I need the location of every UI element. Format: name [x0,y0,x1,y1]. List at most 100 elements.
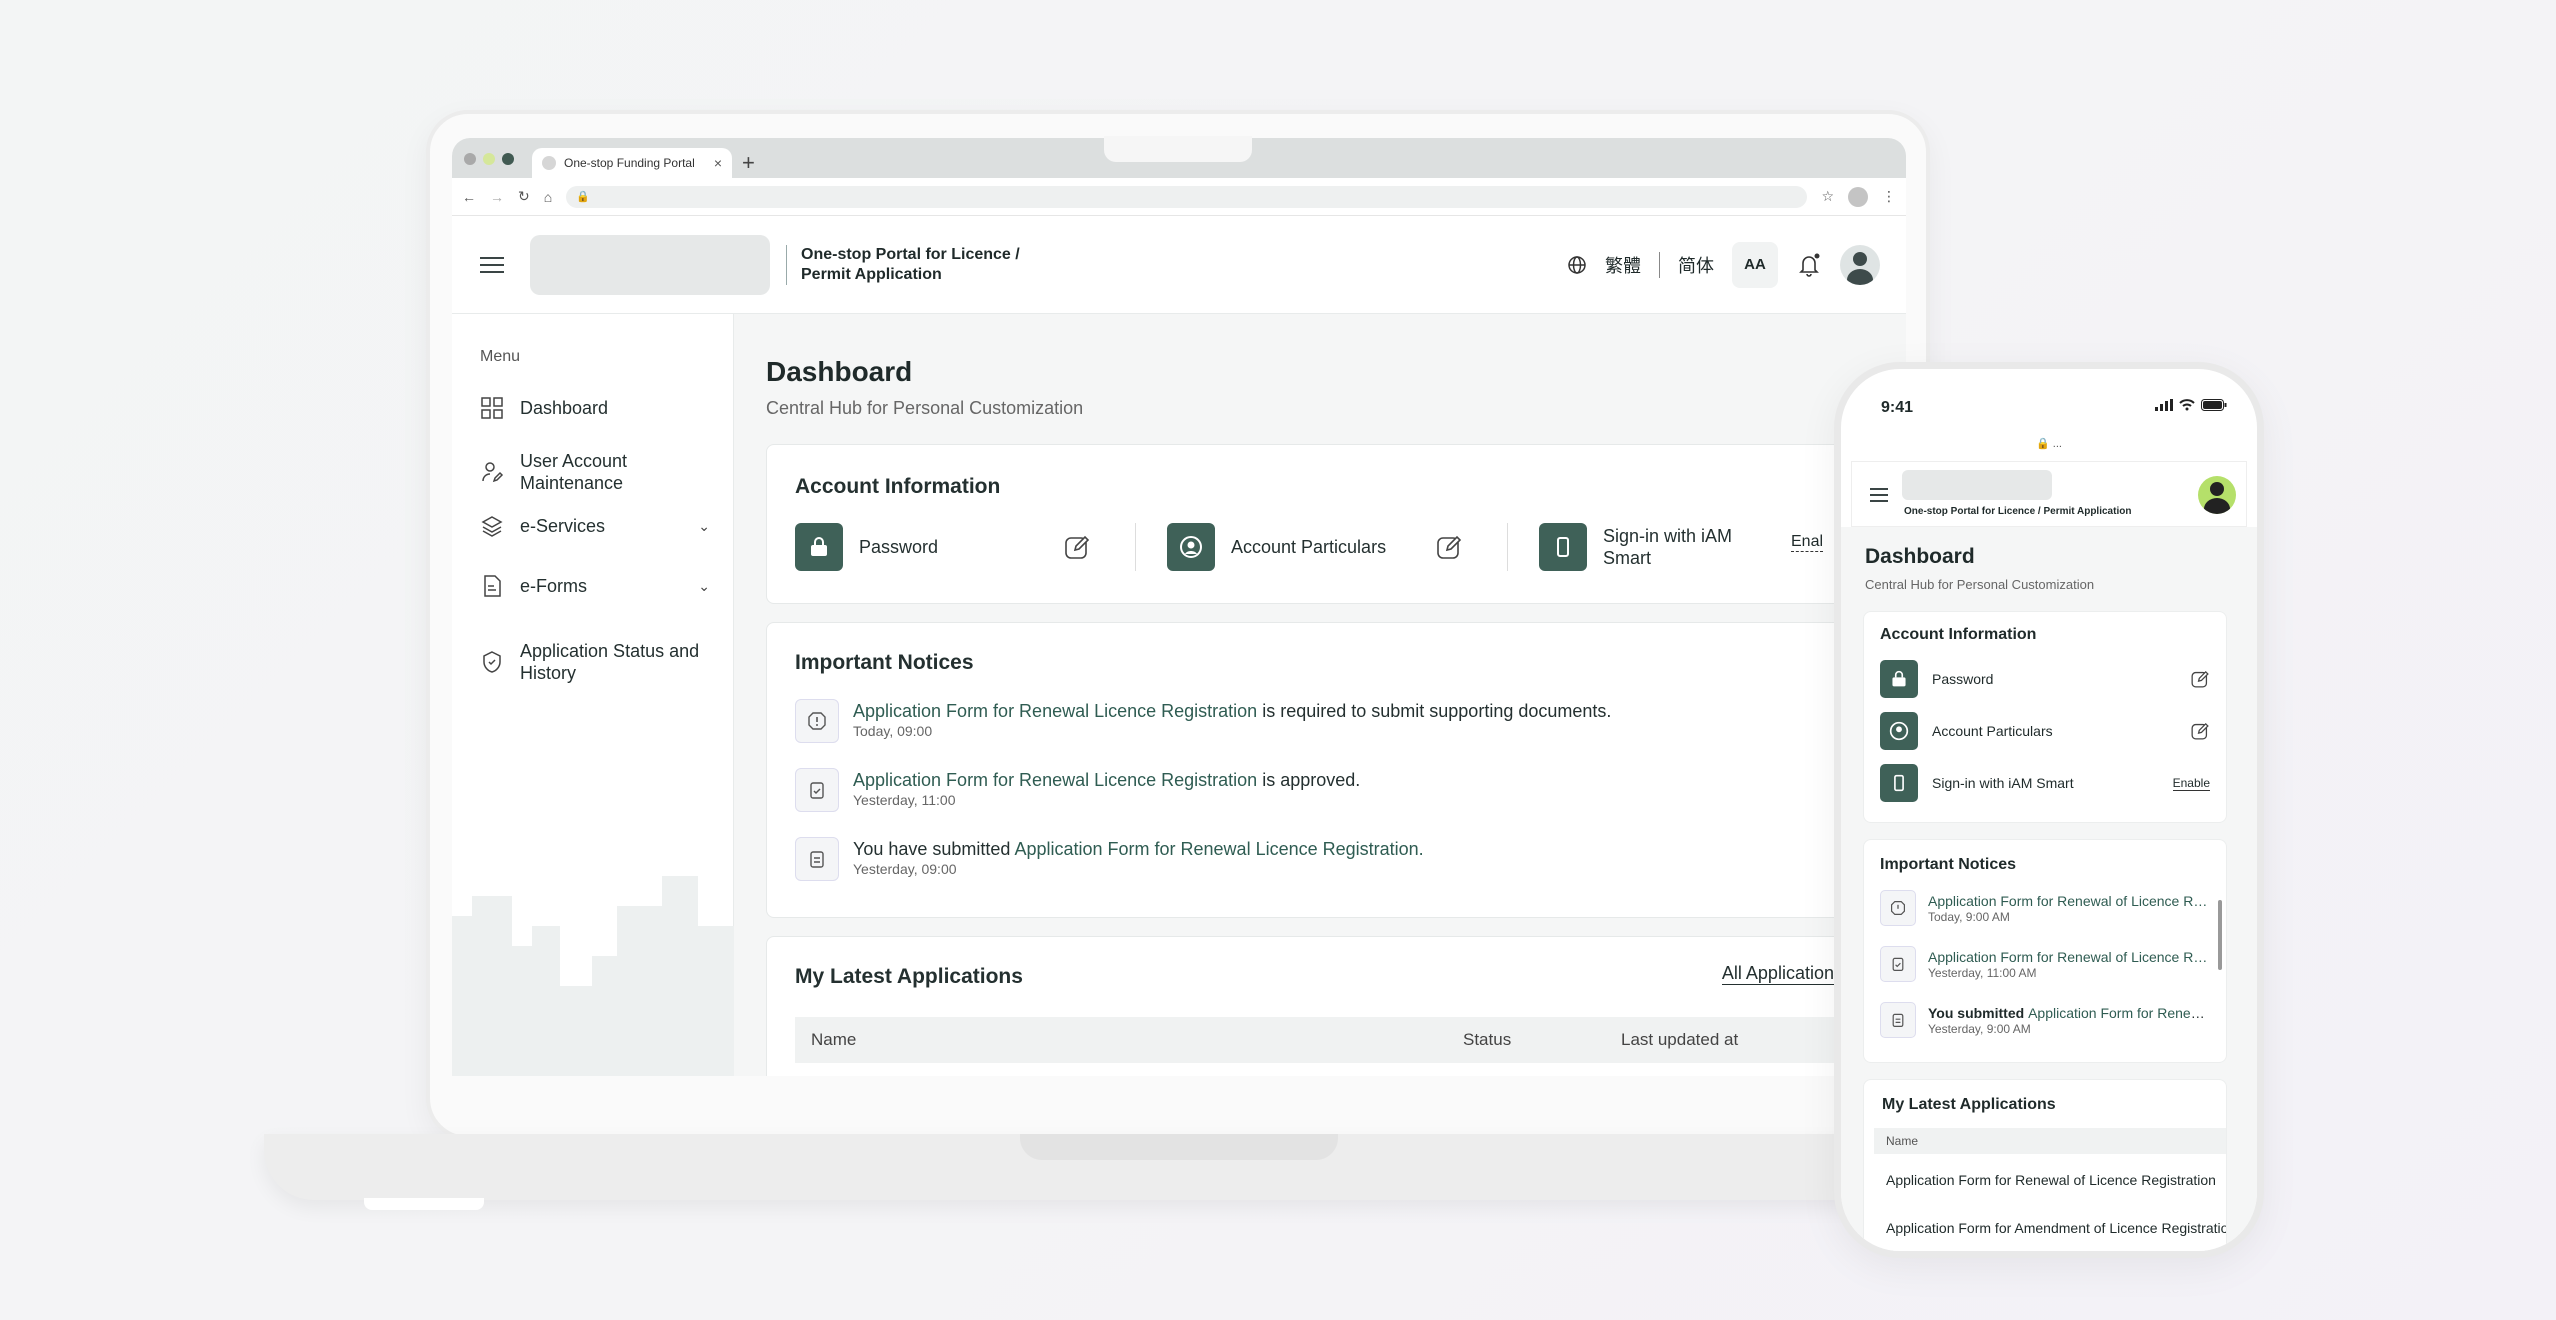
main-content: Dashboard Central Hub for Personal Custo… [734,314,1906,1076]
phone-password-item[interactable]: Password [1880,660,2210,698]
notice-item[interactable]: Application Form for Renewal Licence Reg… [795,768,1360,812]
table-header: Name Status Last updated at [795,1017,1906,1063]
notice-link[interactable]: Application Form for Renewal of Licence … [1928,948,2208,966]
clipboard-list-icon [1880,1002,1916,1038]
phone-account-card: Account Information Password Account Par… [1863,611,2227,823]
phone-portal-title: One-stop Portal for Licence / Permit App… [1904,506,2132,517]
notice-link[interactable]: Application Form for Renewal Licence Reg… [853,770,1257,790]
browser-tab[interactable]: One-stop Funding Portal × [532,148,732,178]
notice-item[interactable]: You have submitted Application Form for … [795,837,1424,881]
edit-icon[interactable] [2190,721,2210,741]
notice-item[interactable]: Application Form for Renewal Licence Reg… [795,699,1611,743]
column-updated: Last updated at [1621,1030,1739,1049]
clipboard-check-icon [795,768,839,812]
tab-close-icon[interactable]: × [714,155,722,171]
notice-link[interactable]: Application Form for Renewal of Licence … [1928,892,2208,910]
latest-applications-title: My Latest Applications [795,965,1023,988]
close-window-dot[interactable] [464,153,476,165]
font-size-button[interactable]: AA [1732,241,1778,288]
phone-account-particulars-item[interactable]: Account Particulars [1880,712,2210,750]
laptop-foot [364,1198,484,1210]
browser-menu-icon[interactable]: ⋮ [1882,188,1896,205]
minimize-window-dot[interactable] [483,153,495,165]
edit-icon[interactable] [1063,533,1091,561]
phone-icon [1880,764,1918,802]
column-name: Name [811,1030,857,1049]
enable-link[interactable]: Enable [2172,776,2210,791]
forward-icon[interactable]: → [490,189,504,205]
url-field[interactable]: 🔒 [566,185,1808,208]
chevron-down-icon[interactable]: ⌄ [698,578,710,595]
user-avatar[interactable] [2198,476,2236,514]
notice-link[interactable]: Application Form for Renewal of Licence … [2028,1005,2208,1021]
menu-label: Menu [480,348,521,365]
phone-latest-card: My Latest Applications Name Application … [1863,1079,2227,1251]
sidebar-item-application-status[interactable]: Application Status and History [480,640,710,684]
camera-notch [1104,136,1252,162]
notice-prefix: You submitted [1928,1005,2029,1021]
globe-icon [1568,255,1586,274]
phone-url-text: ... [2052,438,2062,450]
sidebar-item-label: Application Status and History [520,641,700,683]
wifi-icon [2179,399,2195,411]
phone-iam-smart-item[interactable]: Sign-in with iAM Smart Enable [1880,764,2210,802]
hamburger-menu-icon[interactable] [480,256,504,273]
account-particulars-label: Account Particulars [1231,536,1387,557]
lang-simplified-link[interactable]: 简体 [1678,252,1714,278]
phone-notices-title: Important Notices [1880,856,2017,873]
home-icon[interactable]: ⌂ [544,189,552,205]
laptop-screen: One-stop Funding Portal × + ← → ↻ ⌂ 🔒 ☆ … [452,138,1906,1076]
password-item[interactable]: Password [795,523,938,571]
browser-profile-icon[interactable] [1848,186,1868,207]
notice-link[interactable]: Application Form for Renewal Licence Reg… [853,701,1257,721]
clipboard-check-icon [1880,946,1916,982]
bookmark-star-icon[interactable]: ☆ [1821,188,1834,205]
header-actions: 繁體 简体 AA [1567,241,1880,288]
grid-icon [481,397,503,419]
alert-icon [1880,890,1916,926]
phone-notice-item[interactable]: You submitted Application Form for Renew… [1880,1002,2210,1038]
phone-time: 9:41 [1881,399,1914,416]
iam-smart-label: Sign-in with iAM Smart [1603,526,1733,568]
user-avatar[interactable] [1840,244,1880,285]
sidebar-item-e-services[interactable]: e-Services ⌄ [480,514,710,538]
table-row[interactable]: Application Form for Amendment of Licenc… [1886,1220,2226,1236]
edit-icon[interactable] [2190,669,2210,689]
reload-icon[interactable]: ↻ [518,188,530,205]
phone-notice-item[interactable]: Application Form for Renewal of Licence … [1880,946,2210,982]
status-icons [2155,399,2227,411]
tab-title: One-stop Funding Portal [564,156,695,170]
phone-iam-smart-label: Sign-in with iAM Smart [1932,775,2074,791]
alert-icon [795,699,839,743]
edit-icon[interactable] [1435,533,1463,561]
back-icon[interactable]: ← [462,189,476,205]
account-particulars-item[interactable]: Account Particulars [1167,523,1386,571]
phone-account-particulars-label: Account Particulars [1932,723,2053,739]
lang-traditional-link[interactable]: 繁體 [1605,252,1641,278]
phone-url-bar[interactable]: 🔒 ... [1841,437,2257,450]
phone-password-label: Password [1932,671,1994,687]
iam-smart-item[interactable]: Sign-in with iAM Smart [1539,523,1743,571]
scrollbar[interactable] [2218,900,2222,970]
sidebar-item-user-account[interactable]: User Account Maintenance [480,450,710,494]
clipboard-list-icon [795,837,839,881]
notice-link[interactable]: Application Form for Renewal Licence Reg… [1014,839,1423,859]
sidebar-item-e-forms[interactable]: e-Forms ⌄ [480,574,710,598]
sidebar-item-label: User Account Maintenance [520,451,628,493]
table-row[interactable]: Application Form for Renewal of Licence … [1886,1172,2216,1188]
sidebar-item-label: e-Services [520,515,606,536]
phone-icon [1539,523,1587,571]
signal-icon [2155,399,2173,411]
maximize-window-dot[interactable] [502,153,514,165]
sidebar-item-label: e-Forms [520,575,587,596]
new-tab-button[interactable]: + [742,150,755,176]
hamburger-menu-icon[interactable] [1870,488,1888,502]
sidebar-item-dashboard[interactable]: Dashboard [480,396,710,420]
phone-notice-item[interactable]: Application Form for Renewal of Licence … [1880,890,2210,926]
notice-text: is required to submit supporting documen… [1257,701,1612,721]
lock-icon: 🔒 [576,191,590,203]
chevron-down-icon[interactable]: ⌄ [698,518,710,535]
bell-icon[interactable] [1796,252,1822,278]
enable-link[interactable]: Enal [1791,533,1824,552]
document-icon [484,575,501,597]
